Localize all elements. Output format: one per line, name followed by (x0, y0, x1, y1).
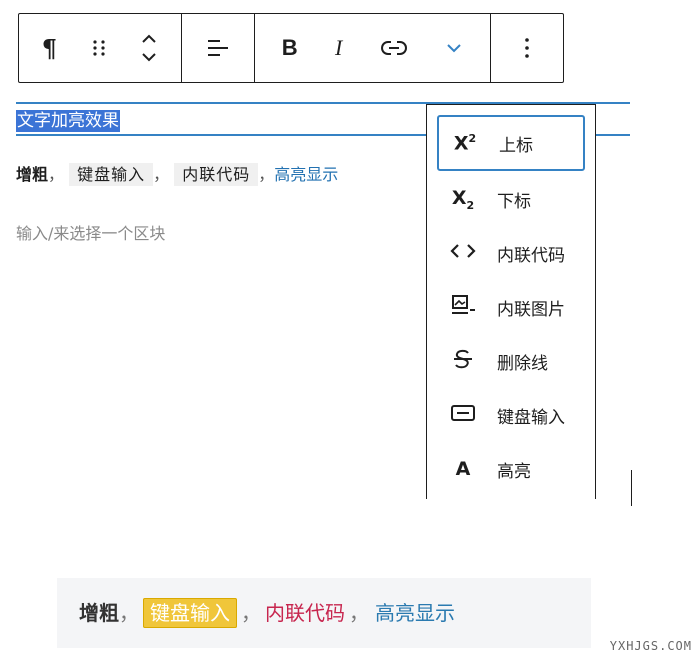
highlight-text: 高亮显示 (274, 165, 339, 184)
menu-item-label: 内联代码 (497, 245, 565, 266)
bold-icon: B (281, 35, 298, 60)
menu-item-highlight[interactable]: A 高亮 (437, 441, 585, 497)
menu-item-label: 内联图片 (497, 299, 565, 320)
toolbar-group-align (182, 14, 255, 82)
options-button[interactable] (524, 14, 530, 82)
keyboard-input-icon (443, 404, 483, 427)
link-button[interactable] (380, 14, 408, 82)
block-placeholder[interactable]: 输入/来选择一个区块 (16, 220, 165, 244)
separator: ， (241, 601, 261, 625)
more-vertical-icon (525, 38, 529, 58)
toolbar-group-format: B I (255, 14, 491, 82)
block-toolbar: ¶ B I (18, 13, 564, 83)
format-dropdown-menu: X2 上标 X2 下标 内联代码 内联图片 删除线 键盘输入 A 高亮 (426, 104, 596, 499)
bold-text: 增粗 (16, 165, 49, 184)
separator: ， (153, 165, 170, 184)
menu-item-superscript[interactable]: X2 上标 (437, 115, 585, 171)
paragraph-block-button[interactable]: ¶ (42, 14, 57, 82)
italic-button[interactable]: I (335, 14, 342, 82)
more-formats-button[interactable] (445, 14, 463, 82)
drag-handle[interactable] (91, 14, 107, 82)
separator: ， (119, 601, 139, 625)
watermark: YXHJGS.COM (609, 639, 692, 653)
menu-item-label: 删除线 (497, 353, 548, 374)
preview-keyboard-text: 键盘输入 (143, 598, 237, 628)
italic-icon: I (335, 35, 343, 60)
toolbar-group-block: ¶ (19, 14, 182, 82)
chevron-down-icon (447, 44, 461, 53)
menu-item-label: 下标 (497, 191, 531, 212)
menu-item-label: 上标 (499, 135, 533, 156)
text-cursor (631, 470, 632, 506)
strikethrough-icon (443, 348, 483, 375)
align-button[interactable] (206, 14, 230, 82)
paragraph-icon: ¶ (41, 33, 58, 63)
bold-button[interactable]: B (282, 14, 298, 82)
menu-item-label: 高亮 (497, 461, 531, 482)
align-left-icon (208, 40, 228, 56)
separator: ， (48, 165, 65, 184)
preview-line: 增粗， 键盘输入，内联代码，高亮显示 (79, 598, 455, 628)
subscript-icon: X2 (451, 186, 475, 212)
menu-item-strikethrough[interactable]: 删除线 (437, 333, 585, 389)
inline-image-icon (443, 294, 483, 321)
inline-code-icon (443, 242, 483, 265)
link-icon (380, 41, 407, 55)
preview-bold-text: 增粗 (79, 601, 119, 625)
paragraph-block[interactable]: 增粗， 键盘输入， 内联代码 ，高亮显示 (16, 162, 338, 188)
menu-item-inline-code[interactable]: 内联代码 (437, 225, 585, 281)
inline-code-text: 内联代码 (174, 163, 259, 186)
superscript-icon: X2 (453, 131, 477, 155)
toolbar-group-options (491, 14, 563, 82)
preview-highlight-text: 高亮显示 (375, 601, 455, 625)
menu-item-keyboard-input[interactable]: 键盘输入 (437, 387, 585, 443)
menu-item-inline-image[interactable]: 内联图片 (437, 279, 585, 335)
heading-text[interactable]: 文字加亮效果 (16, 110, 120, 132)
chevron-up-down-icon (142, 34, 156, 62)
menu-item-subscript[interactable]: X2 下标 (437, 171, 585, 227)
separator: ， (349, 601, 369, 625)
separator: ， (258, 165, 275, 184)
drag-handle-icon (93, 40, 105, 56)
preview-code-text: 内联代码 (265, 601, 345, 625)
rendered-preview: 增粗， 键盘输入，内联代码，高亮显示 (57, 578, 591, 648)
menu-item-label: 键盘输入 (497, 407, 565, 428)
highlight-icon: A (455, 458, 471, 480)
keyboard-input-text: 键盘输入 (69, 163, 154, 186)
move-up-down-button[interactable] (140, 14, 158, 82)
